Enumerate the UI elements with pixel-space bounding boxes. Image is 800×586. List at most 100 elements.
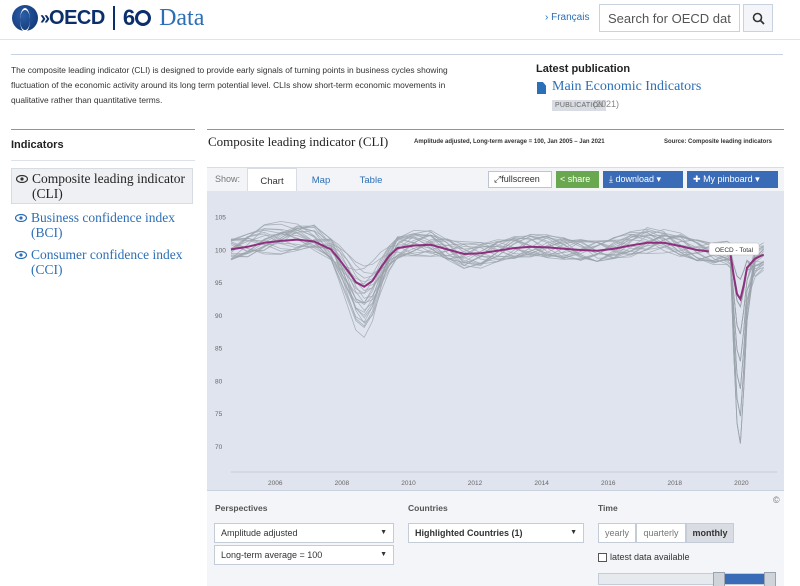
indicator-label: Consumer confidence index (CCI) [31, 247, 183, 277]
series-label: OECD - Total [715, 247, 754, 254]
perspective-select-1[interactable]: Amplitude adjusted ▼ [214, 523, 394, 543]
pinboard-button[interactable]: ✚ My pinboard ▾ [687, 171, 778, 188]
select-value: Highlighted Countries (1) [415, 528, 523, 538]
divider [11, 160, 195, 161]
x-tick-label: 2006 [268, 480, 283, 487]
divider [207, 129, 784, 130]
share-label: share [567, 174, 591, 184]
caret-down-icon: ▾ [755, 174, 760, 184]
select-value: Long-term average = 100 [221, 550, 323, 560]
chart-title: Composite leading indicator (CLI) [208, 134, 389, 149]
y-tick-label: 75 [215, 411, 223, 418]
indicator-cci[interactable]: Consumer confidence index (CCI) [11, 245, 193, 279]
time-quarterly[interactable]: quarterly [636, 523, 686, 543]
indicator-label: Composite leading indicator (CLI) [32, 171, 185, 201]
anniversary-logo: 6 [123, 5, 152, 31]
x-tick-label: 2014 [534, 480, 549, 487]
download-button[interactable]: ⤓ download ▾ [603, 171, 683, 188]
download-icon: ⤓ [609, 174, 613, 184]
latest-data-label: latest data available [610, 552, 690, 562]
indicator-label: Business confidence index (BCI) [31, 210, 175, 240]
x-tick-label: 2012 [468, 480, 483, 487]
country-line [230, 232, 764, 417]
chevrons-icon: » [40, 7, 50, 28]
share-icon: < [560, 174, 566, 184]
x-tick-label: 2010 [401, 480, 416, 487]
share-button[interactable]: < share [556, 171, 599, 188]
divider [11, 54, 783, 55]
countries-label: Countries [408, 503, 448, 513]
latest-data-checkbox[interactable] [598, 553, 607, 562]
download-label: download [615, 174, 655, 184]
select-value: Amplitude adjusted [221, 528, 298, 538]
time-monthly[interactable]: monthly [686, 523, 734, 543]
x-tick-label: 2016 [601, 480, 616, 487]
fullscreen-label: fullscreen [501, 174, 540, 184]
slider-handle-start[interactable] [713, 572, 725, 586]
logo-text: OECD [49, 6, 105, 29]
x-tick-label: 2020 [734, 480, 749, 487]
y-tick-label: 70 [215, 444, 223, 451]
tab-map[interactable]: Map [301, 168, 341, 192]
perspectives-label: Perspectives [215, 503, 268, 513]
country-line [230, 233, 764, 444]
oecd-logo[interactable]: » OECD 6 Data [12, 4, 205, 32]
indicator-bci[interactable]: Business confidence index (BCI) [11, 208, 193, 242]
y-tick-label: 85 [215, 346, 223, 353]
globe-icon [12, 5, 38, 32]
country-line [230, 230, 764, 417]
indicator-cli[interactable]: Composite leading indicator (CLI) [11, 168, 193, 204]
tab-table[interactable]: Table [349, 168, 393, 192]
country-line [230, 234, 764, 444]
show-label: Show: [215, 174, 241, 184]
caret-down-icon: ▼ [380, 529, 387, 536]
search-icon [752, 12, 765, 25]
eye-icon [15, 251, 27, 259]
caret-down-icon: ▾ [656, 174, 662, 184]
pinboard-label: My pinboard [703, 174, 753, 184]
publication-link[interactable]: Main Economic Indicators [552, 79, 701, 95]
eye-icon [16, 175, 28, 183]
copyright-mark[interactable]: © [773, 495, 780, 505]
y-tick-label: 95 [215, 280, 223, 287]
country-line [230, 223, 764, 323]
time-yearly[interactable]: yearly [598, 523, 636, 543]
y-tick-label: 80 [215, 378, 223, 385]
fullscreen-button[interactable]: ⤢fullscreen [488, 171, 552, 188]
slider-range [719, 574, 769, 584]
intro-text: The composite leading indicator (CLI) is… [11, 65, 448, 105]
latest-publication-heading: Latest publication [536, 63, 631, 75]
time-label: Time [598, 503, 618, 513]
country-line [230, 228, 765, 362]
publication-year: (2021) [593, 99, 620, 109]
cli-line-chart[interactable]: 70 75 80 85 90 95 100 105 2006 2008 2010 2012 2014 20… [207, 191, 784, 490]
indicators-heading: Indicators [11, 139, 64, 151]
divider [11, 129, 195, 130]
tab-chart[interactable]: Chart [247, 168, 297, 192]
chart-area[interactable]: 70 75 80 85 90 95 100 105 2006 2008 2010 2012 2014 20… [207, 191, 784, 490]
pin-icon: ✚ [693, 174, 701, 184]
chart-subtitle: Amplitude adjusted, Long-term average = … [414, 139, 605, 145]
search-button[interactable] [743, 4, 773, 32]
language-link[interactable]: › Français [545, 12, 589, 23]
x-tick-label: 2008 [335, 480, 350, 487]
caret-down-icon: ▼ [570, 529, 577, 536]
chart-source[interactable]: Source: Composite leading indicators [664, 139, 772, 145]
logo-divider [112, 6, 115, 30]
site-header: » OECD 6 Data › Français [0, 0, 800, 40]
anniversary-ring [135, 10, 152, 26]
brand-data: Data [159, 4, 205, 31]
time-range-slider[interactable] [598, 572, 776, 586]
search-input[interactable] [599, 4, 740, 32]
slider-handle-end[interactable] [764, 572, 776, 586]
country-line [230, 227, 765, 444]
countries-select[interactable]: Highlighted Countries (1) ▼ [408, 523, 584, 543]
x-tick-label: 2018 [668, 480, 683, 487]
perspective-select-2[interactable]: Long-term average = 100 ▼ [214, 545, 394, 565]
y-tick-label: 105 [215, 215, 226, 222]
caret-down-icon: ▼ [380, 551, 387, 558]
chart-toolbar: Show: Chart Map Table ⤢fullscreen < shar… [207, 167, 784, 192]
document-icon [537, 82, 546, 94]
eye-icon [15, 214, 27, 222]
y-tick-label: 100 [215, 247, 226, 254]
